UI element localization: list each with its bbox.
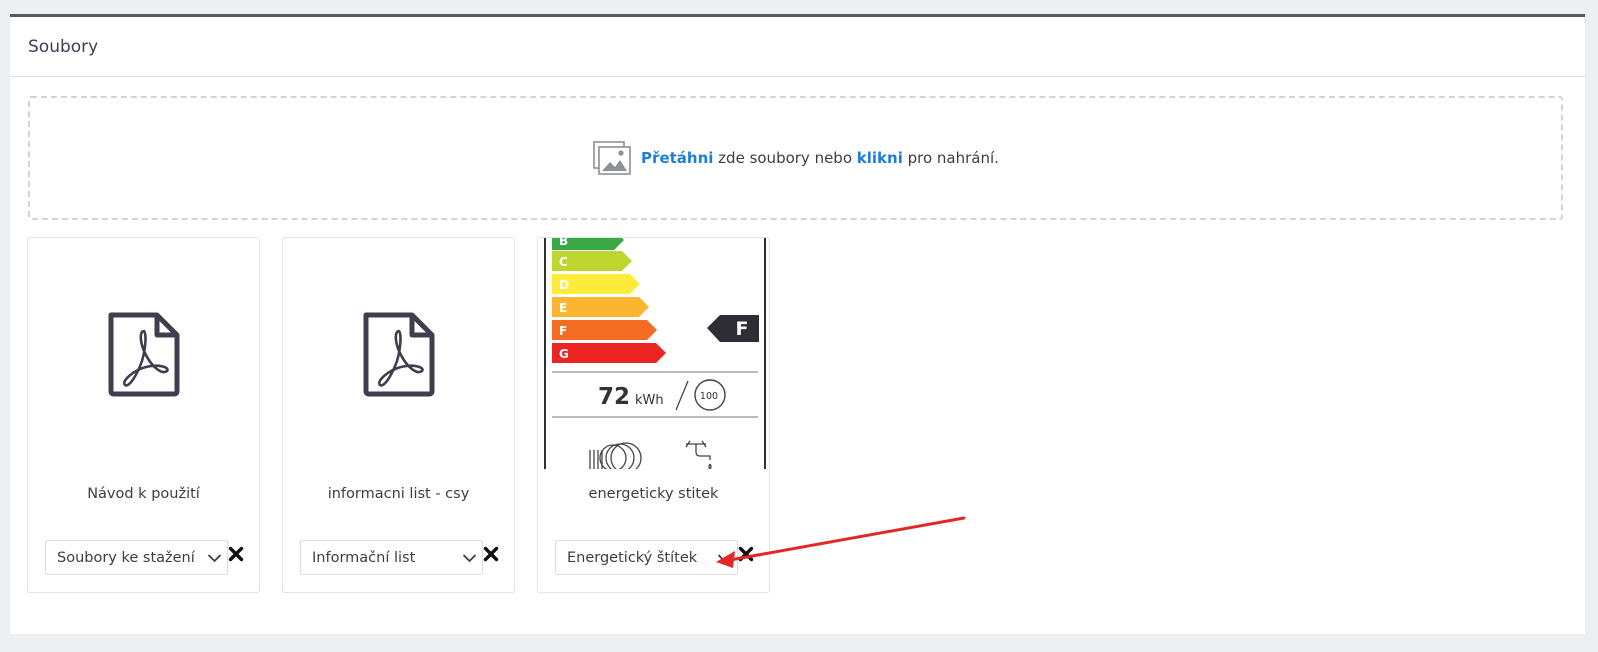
energy-class-letter: G [559,347,569,361]
chevron-down-icon [717,554,732,563]
energy-class-letter: B [559,238,568,248]
file-card: informacni list - csy Informační list [282,237,515,593]
file-preview [283,238,514,470]
energy-class-letter: E [559,301,567,315]
file-name: Návod k použití [87,486,200,502]
file-type-value: Soubory ke stažení [57,549,195,566]
panel-title: Soubory [28,36,99,57]
energy-label-preview: BCDEFG F 72 kWh 100 [544,230,766,474]
file-name: informacni list - csy [327,486,470,502]
click-link[interactable]: klikni [857,149,903,167]
unit-slash [675,380,689,411]
file-type-select[interactable]: Informační list [300,540,483,575]
file-type-select[interactable]: Energetický štítek [555,540,738,575]
energy-rating-arrow [707,315,759,342]
chevron-down-icon [462,554,477,563]
drag-link[interactable]: Přetáhni [641,149,713,167]
dropzone-text-middle: zde soubory nebo [713,149,857,167]
file-dropzone[interactable]: Přetáhni zde soubory nebo klikni pro nah… [28,96,1563,220]
energy-consumption-value: 72 [598,384,630,410]
energy-label-image: BCDEFG F 72 kWh 100 [552,230,759,474]
remove-file-icon[interactable] [738,546,754,562]
file-card: BCDEFG F 72 kWh 100 energeticky stitek E… [537,230,770,593]
file-type-value: Energetický štítek [567,549,698,566]
dropzone-text-end: pro nahrání. [902,149,999,167]
file-card: Návod k použití Soubory ke stažení [27,237,260,593]
energy-rating-letter: F [736,318,749,340]
pdf-file-icon [363,312,434,397]
energy-class-letter: D [559,278,569,292]
water-tap-icon [685,440,712,470]
file-type-value: Informační list [312,549,416,566]
file-type-select[interactable]: Soubory ke stažení [45,540,228,575]
chevron-down-icon [207,554,222,563]
remove-file-icon[interactable] [483,546,499,562]
file-preview [28,238,259,470]
energy-class-letter: F [559,324,567,338]
energy-consumption-unit: kWh [635,393,664,408]
cycles-value: 100 [700,391,718,402]
dropzone-text: Přetáhni zde soubory nebo klikni pro nah… [641,149,999,167]
energy-class-bar [552,343,666,363]
pdf-file-icon [108,312,179,397]
files-panel: Soubory Přetáhni zde soubory nebo klikni… [10,14,1585,634]
dishes-icon [589,442,642,474]
image-upload-icon [593,141,631,175]
energy-class-bar [552,320,657,340]
panel-header: Soubory [10,17,1585,77]
remove-file-icon[interactable] [228,546,244,562]
dropzone-content: Přetáhni zde soubory nebo klikni pro nah… [592,140,999,176]
energy-class-letter: C [559,255,568,269]
file-name: energeticky stitek [588,486,719,502]
